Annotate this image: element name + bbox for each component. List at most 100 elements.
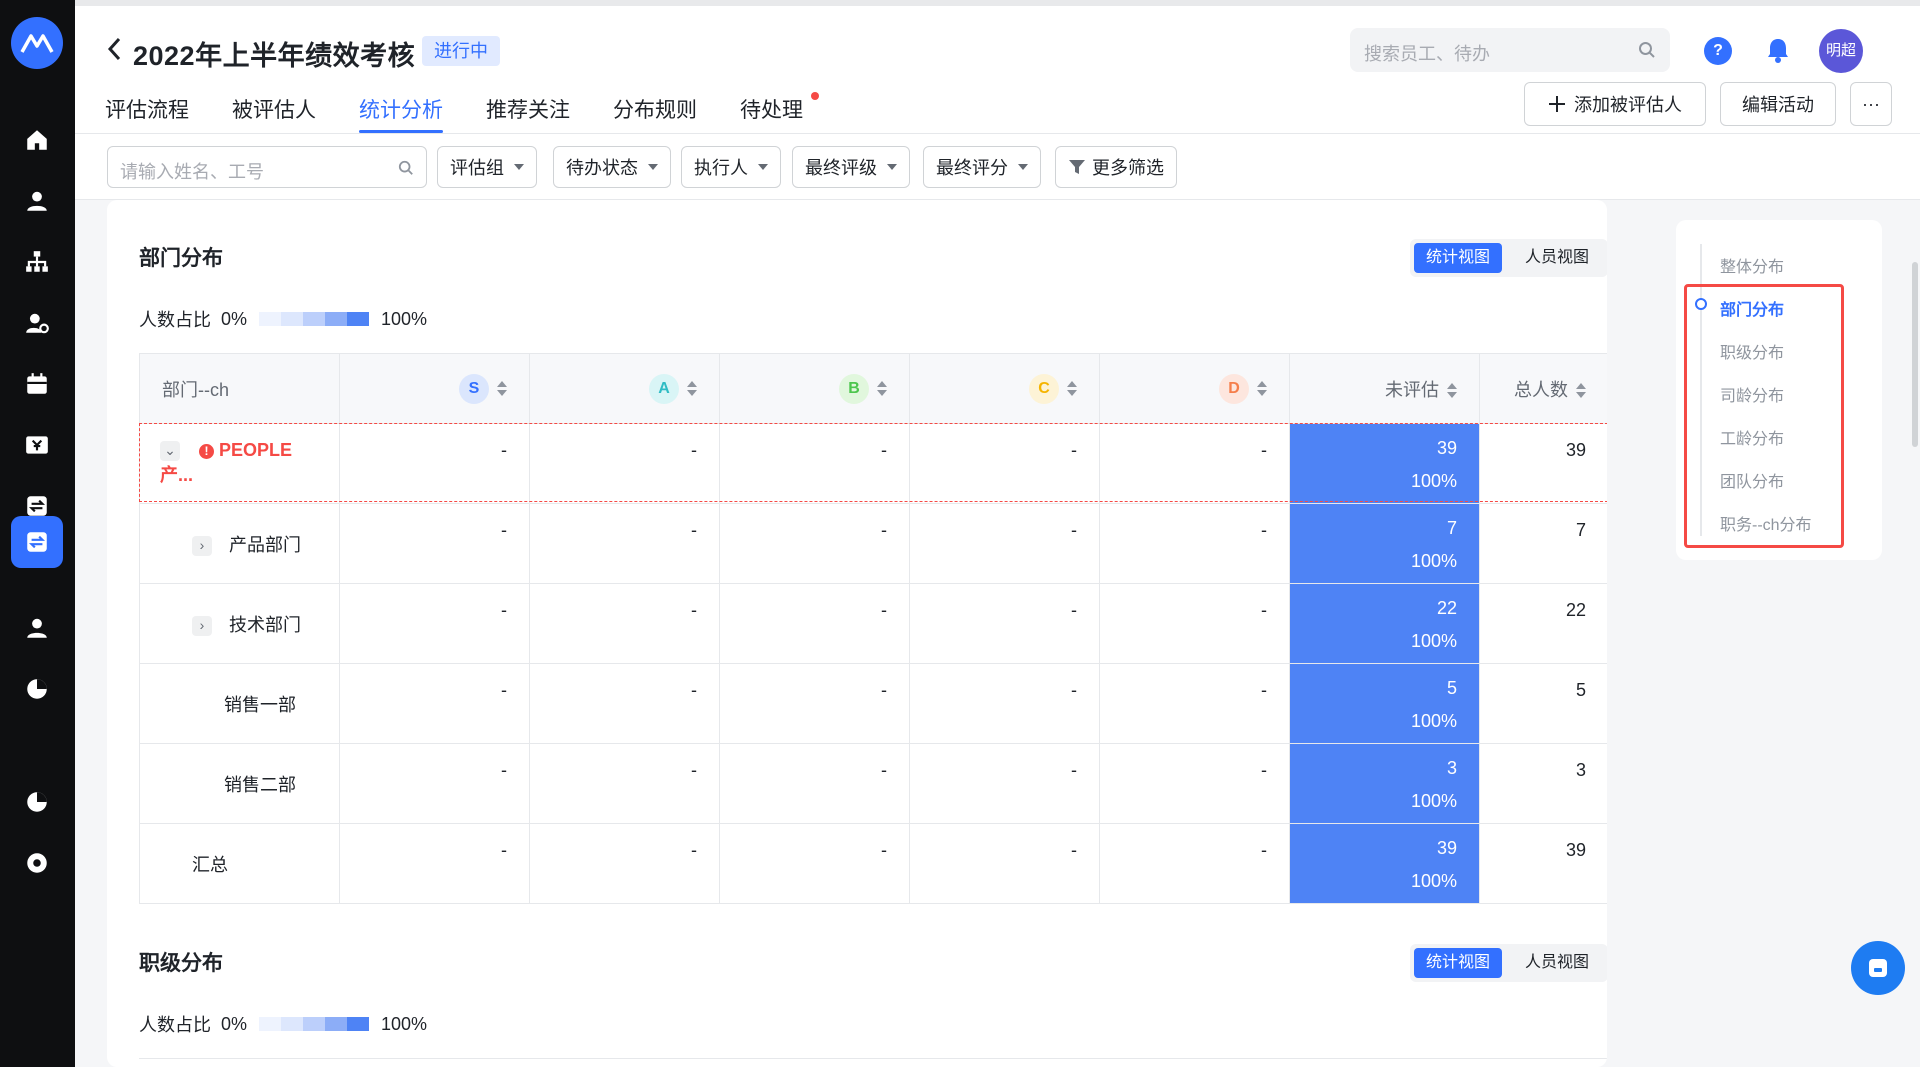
unrated-count: 39 [1436,438,1457,458]
sort-icon[interactable] [1257,380,1267,397]
sort-icon[interactable] [1576,382,1586,399]
home-icon[interactable] [11,114,63,166]
chevron-down-icon [1018,164,1028,170]
cell-d: - [1099,743,1290,824]
user-avatar[interactable]: 明超 [1819,29,1863,73]
people-view-button[interactable]: 人员视图 [1510,243,1604,273]
cell-c: - [909,423,1100,504]
col-grade[interactable]: C [909,353,1100,424]
table-row[interactable]: › 产品部门 - - - - - 7 100% 7 [139,503,1607,584]
scale-swatch [325,1017,348,1031]
person-icon[interactable] [11,175,63,227]
unrated-percent: 100% [1410,471,1457,491]
filter-final-score[interactable]: 最终评分 [923,146,1041,188]
add-evaluee-button[interactable]: 添加被评估人 [1524,82,1706,126]
tab-evaluees[interactable]: 被评估人 [232,94,316,134]
col-grade[interactable]: B [719,353,910,424]
anchor-track [1700,244,1702,536]
settings-icon[interactable] [11,837,63,889]
tab-process[interactable]: 评估流程 [105,94,189,134]
cell-unrated[interactable]: 3 100% [1289,743,1480,824]
more-filters-button[interactable]: 更多筛选 [1055,146,1177,188]
col-grade[interactable]: D [1099,353,1290,424]
chat-icon[interactable] [1851,941,1905,995]
cell-unrated[interactable]: 5 100% [1289,663,1480,744]
back-arrow-icon[interactable] [102,34,126,64]
col-total[interactable]: 总人数 [1479,353,1607,424]
unrated-percent: 100% [1410,631,1457,651]
performance-icon[interactable] [11,516,63,568]
cell-d: - [1099,663,1290,744]
help-icon[interactable]: ? [1704,37,1732,65]
sort-icon[interactable] [877,380,887,397]
table-row[interactable]: ⌄ ! PEOPLE产... - - - - - 39 100% 39 [139,423,1607,504]
anchor-team[interactable]: 团队分布 [1720,468,1784,492]
sort-icon[interactable] [687,380,697,397]
cell-unrated[interactable]: 39 100% [1289,423,1480,504]
payroll-icon[interactable] [11,419,63,471]
stat-view-button[interactable]: 统计视图 [1414,948,1502,978]
tab-statistics[interactable]: 统计分析 [359,94,443,134]
page-scrollbar[interactable] [1912,262,1918,447]
table-row[interactable]: 汇总 - - - - - 39 100% 39 [139,823,1607,904]
more-options-button[interactable]: ··· [1850,82,1892,126]
sort-icon[interactable] [497,380,507,397]
table-row[interactable]: › 技术部门 - - - - - 22 100% 22 [139,583,1607,664]
table-row[interactable]: 销售一部 - - - - - 5 100% 5 [139,663,1607,744]
notification-bell-icon[interactable] [1765,36,1791,69]
col-grade[interactable]: A [529,353,720,424]
tab-distribution-rules[interactable]: 分布规则 [613,94,697,134]
cell-unrated[interactable]: 22 100% [1289,583,1480,664]
anchor-overall[interactable]: 整体分布 [1720,253,1784,277]
anchor-company-tenure[interactable]: 司龄分布 [1720,382,1784,406]
global-search-input[interactable]: 搜索员工、待办 [1350,28,1670,72]
stat-view-button[interactable]: 统计视图 [1414,243,1502,273]
tab-recommend[interactable]: 推荐关注 [486,94,570,134]
unrated-count: 22 [1436,598,1457,618]
people-view-button[interactable]: 人员视图 [1510,948,1604,978]
unrated-percent: 100% [1410,551,1457,571]
anchor-position[interactable]: 职务--ch分布 [1720,511,1812,535]
calendar-icon[interactable] [11,358,63,410]
filter-eval-group[interactable]: 评估组 [437,146,537,188]
col-grade[interactable]: S [339,353,530,424]
cell-c: - [909,583,1100,664]
collapse-icon[interactable]: ⌄ [160,441,180,462]
expand-icon[interactable]: › [192,535,212,556]
filter-executor[interactable]: 执行人 [681,146,781,188]
org-chart-icon[interactable] [11,236,63,288]
add-evaluee-label: 添加被评估人 [1574,95,1682,115]
filter-todo-status[interactable]: 待办状态 [553,146,671,188]
sort-icon[interactable] [1447,382,1457,399]
dept-section-title: 部门分布 [139,247,223,270]
col-unrated-label: 未评估 [1385,379,1439,400]
expand-icon[interactable]: › [192,615,212,636]
anchor-level[interactable]: 职级分布 [1720,339,1784,363]
app-logo-icon[interactable] [11,17,63,69]
anchor-work-tenure[interactable]: 工龄分布 [1720,425,1784,449]
person-settings-icon[interactable] [11,297,63,349]
table-header-row: 部门--ch S A B C D 未评估 总人数 [139,353,1607,424]
cell-total: 39 [1479,823,1607,904]
anchor-department[interactable]: 部门分布 [1720,296,1784,320]
page-header: 2022年上半年绩效考核 进行中 搜索员工、待办 ? 明超 评估流程 被评估人 … [75,6,1920,134]
filter-final-grade[interactable]: 最终评级 [792,146,910,188]
filter-todo-status-label: 待办状态 [566,158,638,178]
cell-unrated[interactable]: 7 100% [1289,503,1480,584]
col-unrated[interactable]: 未评估 [1289,353,1480,424]
chevron-down-icon [514,164,524,170]
cell-total: 5 [1479,663,1607,744]
profile-icon[interactable] [11,602,63,654]
analytics-icon[interactable] [11,663,63,715]
scale-swatch [347,1017,370,1031]
tab-pending[interactable]: 待处理 [740,92,819,134]
edit-activity-button[interactable]: 编辑活动 [1720,82,1836,126]
cell-unrated[interactable]: 39 100% [1289,823,1480,904]
unread-dot [811,92,819,100]
name-search-input[interactable]: 请输入姓名、工号 [107,146,427,188]
pie-chart-icon[interactable] [11,776,63,828]
unrated-count: 7 [1446,518,1457,538]
table-row[interactable]: 销售二部 - - - - - 3 100% 3 [139,743,1607,824]
level-view-toggle: 统计视图 人员视图 [1410,944,1607,982]
sort-icon[interactable] [1067,380,1077,397]
